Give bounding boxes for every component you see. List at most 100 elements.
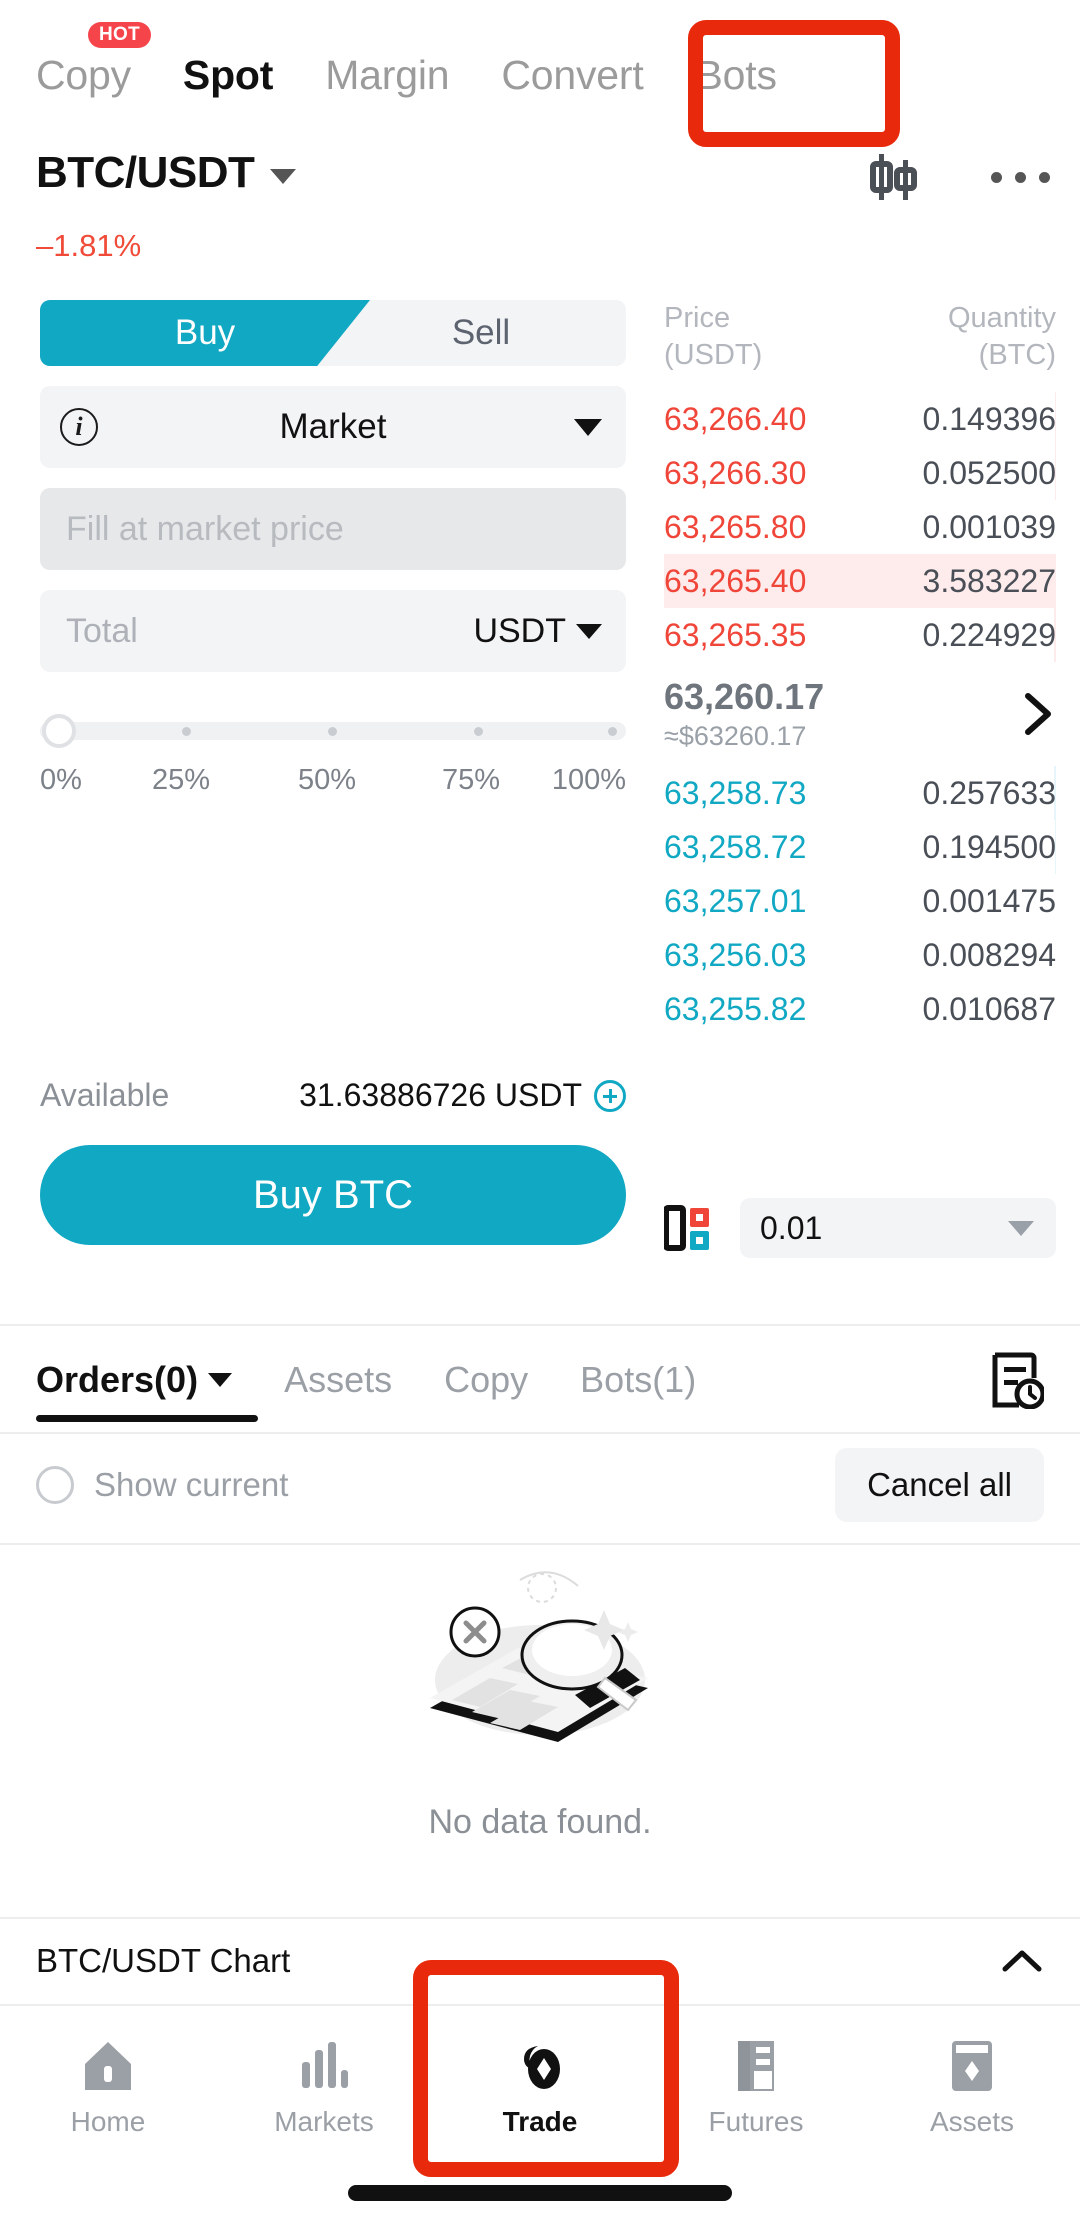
slider-tick-25: [182, 727, 191, 736]
tab-copy[interactable]: Copy HOT: [36, 21, 152, 99]
col-price-unit: (USDT): [664, 339, 763, 372]
available-value-group: 31.63886726 USDT: [299, 1077, 626, 1114]
chevron-down-icon[interactable]: [576, 623, 602, 639]
order-book-row[interactable]: 63,266.40 0.149396: [664, 392, 1056, 447]
tab-bots[interactable]: Bots: [696, 52, 777, 99]
order-type-value: Market: [279, 407, 387, 446]
chevron-right-icon[interactable]: [1022, 691, 1056, 737]
top-tab-bar: Copy HOT Spot Margin Convert Bots: [0, 21, 1080, 110]
chart-expand-bar[interactable]: BTC/USDT Chart: [0, 1918, 1080, 2004]
home-indicator: [348, 2185, 732, 2201]
active-tab-underline: [36, 1415, 258, 1422]
price-change-percent: –1.81%: [36, 228, 142, 263]
order-price: 63,256.03: [664, 936, 807, 973]
divider: [0, 1543, 1080, 1545]
tab-margin[interactable]: Margin: [325, 52, 449, 99]
show-current-row: Show current Cancel all: [0, 1430, 1080, 1540]
order-quantity: 0.010687: [922, 990, 1056, 1027]
order-book-row[interactable]: 63,265.40 3.583227: [664, 554, 1056, 609]
available-label: Available: [40, 1077, 170, 1113]
tab-convert[interactable]: Convert: [501, 52, 643, 99]
order-book-row[interactable]: 63,258.73 0.257633: [664, 766, 1056, 821]
no-data-magnifier-icon: [430, 1571, 648, 1742]
buy-tab[interactable]: Buy: [40, 300, 370, 366]
order-quantity: 0.149396: [922, 400, 1056, 437]
mid-price-row[interactable]: 63,260.17 ≈$63260.17: [664, 662, 1056, 766]
order-price: 63,266.40: [664, 400, 807, 437]
chevron-up-icon[interactable]: [1000, 1947, 1044, 1975]
tab-spot[interactable]: Spot: [183, 52, 273, 99]
order-form: Sell Buy i Market Fill at market price T…: [40, 300, 626, 800]
col-qty-label: Quantity: [948, 302, 1056, 334]
tab-orders-label: Orders(0): [36, 1359, 199, 1400]
empty-state-text: No data found.: [428, 1803, 652, 1841]
empty-state: No data found.: [0, 1560, 1080, 1842]
nav-item-markets[interactable]: Markets: [216, 2038, 432, 2138]
precision-select[interactable]: 0.01: [740, 1198, 1056, 1258]
order-book-row[interactable]: 63,265.35 0.224929: [664, 608, 1056, 663]
order-book-row[interactable]: 63,256.03 0.008294: [664, 928, 1056, 983]
nav-label-futures: Futures: [708, 2106, 804, 2137]
pair-selector[interactable]: BTC/USDT: [36, 148, 297, 198]
mid-price: 63,260.17: [664, 675, 825, 717]
nav-item-assets[interactable]: Assets: [864, 2038, 1080, 2138]
order-book-row[interactable]: 63,255.82 0.010687: [664, 982, 1056, 1037]
ask-rows: 63,266.40 0.149396 63,266.30 0.052500 63,265…: [664, 392, 1056, 663]
sell-tab[interactable]: Sell: [336, 300, 626, 366]
buy-sell-toggle: Sell Buy: [40, 300, 626, 366]
total-currency: USDT: [473, 611, 566, 650]
chevron-down-icon: [574, 418, 602, 436]
order-type-select[interactable]: i Market: [40, 386, 626, 468]
chevron-down-icon: [270, 168, 297, 184]
order-quantity: 3.583227: [922, 562, 1056, 599]
buy-btc-button[interactable]: Buy BTC: [40, 1145, 626, 1245]
order-quantity: 0.194500: [922, 828, 1056, 865]
order-quantity: 0.001039: [922, 508, 1056, 545]
tab-copy-orders[interactable]: Copy: [444, 1359, 528, 1401]
nav-item-futures[interactable]: Futures: [648, 2038, 864, 2138]
slider-label-100: 100%: [551, 764, 626, 796]
nav-item-home[interactable]: Home: [0, 2038, 216, 2138]
divider: [0, 2004, 1080, 2006]
order-history-icon[interactable]: [990, 1351, 1044, 1409]
order-price: 63,258.72: [664, 828, 807, 865]
tab-copy-label: Copy: [36, 51, 131, 98]
order-book-row[interactable]: 63,257.01 0.001475: [664, 874, 1056, 929]
tab-assets[interactable]: Assets: [284, 1359, 392, 1401]
markets-bars-icon: [296, 2038, 352, 2094]
order-book: Price (USDT) Quantity (BTC) 63,266.40 0.1…: [664, 300, 1056, 1037]
precision-value: 0.01: [760, 1209, 823, 1246]
col-price-label: Price: [664, 302, 731, 334]
mid-price-usd: ≈$63260.17: [664, 720, 807, 751]
col-qty-unit: (BTC): [978, 339, 1056, 372]
mid-price-group: 63,260.17 ≈$63260.17: [664, 677, 824, 752]
precision-row: 0.01: [664, 1195, 1056, 1261]
candlestick-chart-icon[interactable]: [867, 150, 921, 204]
home-icon: [80, 2038, 136, 2094]
show-current-radio[interactable]: [36, 1466, 74, 1504]
more-options-icon[interactable]: [991, 150, 1050, 204]
tab-orders[interactable]: Orders(0): [36, 1359, 233, 1401]
order-book-row[interactable]: 63,265.80 0.001039: [664, 500, 1056, 555]
order-book-row[interactable]: 63,258.72 0.194500: [664, 820, 1056, 875]
cancel-all-button[interactable]: Cancel all: [835, 1448, 1044, 1522]
amount-slider[interactable]: [40, 714, 626, 748]
plus-circle-icon[interactable]: [594, 1079, 626, 1112]
order-price: 63,265.40: [664, 562, 807, 599]
info-icon[interactable]: i: [60, 408, 98, 446]
order-price: 63,257.01: [664, 882, 807, 919]
chevron-down-icon: [208, 1373, 233, 1387]
order-book-row[interactable]: 63,266.30 0.052500: [664, 446, 1056, 501]
chevron-down-icon: [1008, 1220, 1034, 1236]
order-quantity: 0.257633: [922, 774, 1056, 811]
price-input[interactable]: Fill at market price: [40, 488, 626, 570]
bid-rows: 63,258.73 0.257633 63,258.72 0.194500 63,257…: [664, 766, 1056, 1037]
available-value: 31.63886726 USDT: [299, 1077, 582, 1113]
slider-knob[interactable]: [42, 714, 76, 748]
total-input[interactable]: Total USDT: [40, 590, 626, 672]
order-quantity: 0.001475: [922, 882, 1056, 919]
nav-item-trade[interactable]: Trade: [432, 2038, 648, 2138]
depth-view-icon[interactable]: [664, 1204, 722, 1252]
tab-bots-orders[interactable]: Bots(1): [580, 1359, 696, 1401]
page-title: BTC/USDT: [36, 148, 255, 197]
